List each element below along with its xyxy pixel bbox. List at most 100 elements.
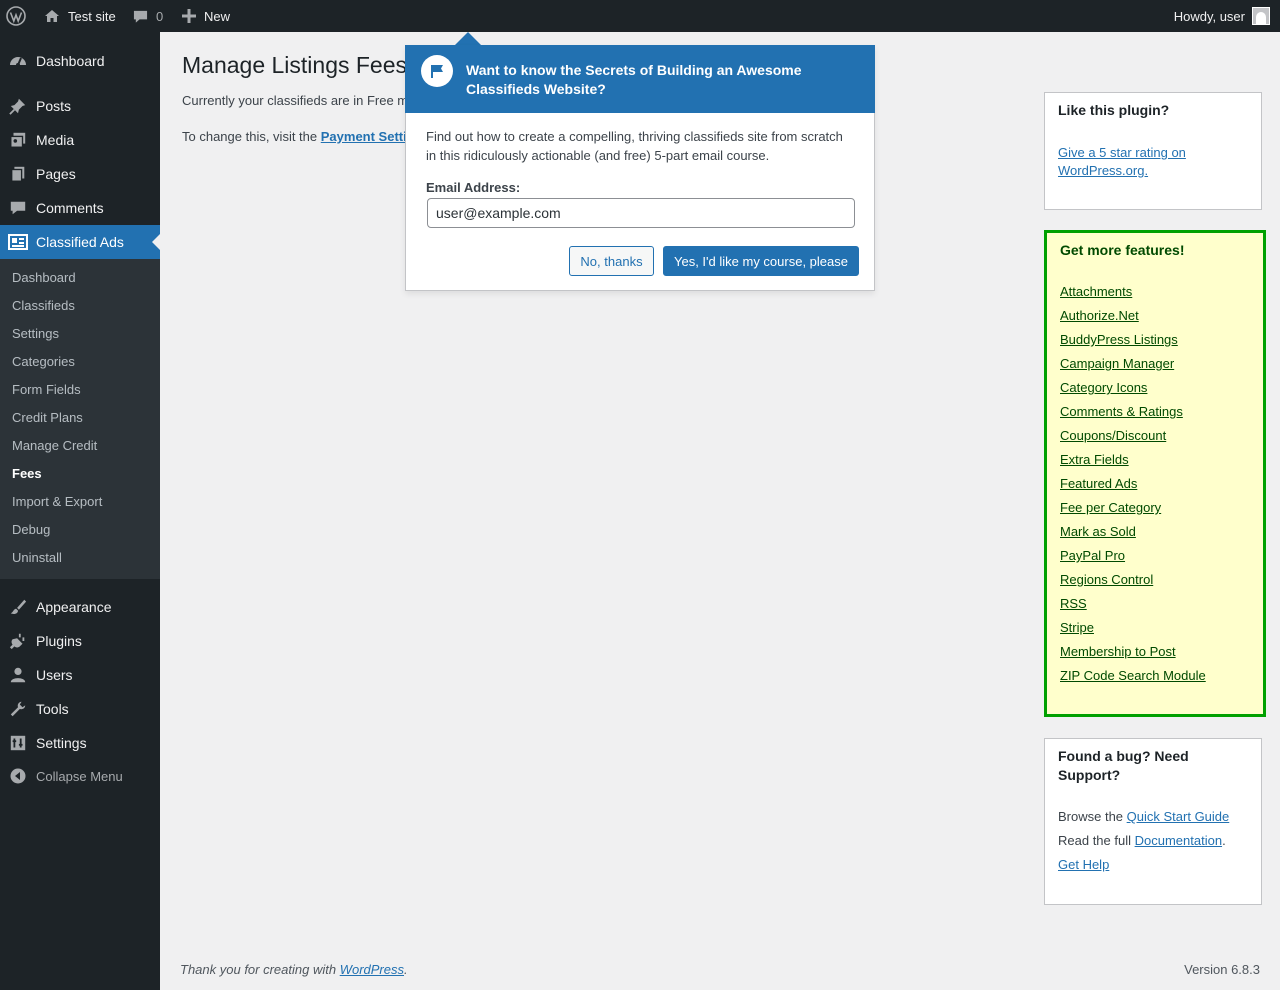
change-mode-text: To change this, visit the Payment Setti [182, 129, 407, 144]
footer-thanks-suffix: . [404, 962, 408, 977]
comment-icon [0, 191, 36, 225]
get-help-link[interactable]: Get Help [1058, 857, 1109, 872]
no-thanks-button[interactable]: No, thanks [569, 246, 654, 276]
email-label: Email Address: [426, 180, 521, 195]
footer-version: Version 6.8.3 [1184, 962, 1260, 977]
sidebar-item-tools[interactable]: Tools [0, 692, 160, 726]
collapse-arrow-icon [0, 759, 36, 793]
feature-link-coupons[interactable]: Coupons/Discount [1060, 428, 1166, 443]
rate-plugin-link[interactable]: Give a 5 star rating on WordPress.org. [1058, 144, 1248, 180]
support-box: Found a bug? Need Support? Browse the Qu… [1044, 738, 1262, 905]
home-icon [44, 8, 60, 24]
submenu-item-categories[interactable]: Categories [12, 352, 75, 372]
sidebar-item-appearance[interactable]: Appearance [0, 590, 160, 624]
sidebar-item-label: Pages [36, 166, 76, 182]
feature-link-category-icons[interactable]: Category Icons [1060, 380, 1147, 395]
feature-link-mark-as-sold[interactable]: Mark as Sold [1060, 524, 1136, 539]
feature-link-zip-code-search[interactable]: ZIP Code Search Module [1060, 668, 1206, 683]
wrench-icon [0, 692, 36, 726]
submenu-item-fees[interactable]: Fees [12, 464, 42, 484]
submenu-item-import-export[interactable]: Import & Export [12, 492, 102, 512]
email-field[interactable] [427, 198, 855, 228]
classified-ads-submenu: Dashboard Classifieds Settings Categorie… [0, 259, 160, 579]
sidebar-item-users[interactable]: Users [0, 658, 160, 692]
payment-settings-link[interactable]: Payment Setti [321, 129, 407, 144]
submenu-item-manage-credit[interactable]: Manage Credit [12, 436, 97, 456]
read-suffix: . [1222, 833, 1226, 848]
documentation-line: Read the full Documentation. [1058, 833, 1226, 848]
submenu-item-dashboard[interactable]: Dashboard [12, 268, 76, 288]
feature-link-regions-control[interactable]: Regions Control [1060, 572, 1153, 587]
documentation-link[interactable]: Documentation [1135, 833, 1222, 848]
my-account-link[interactable]: Howdy, user [1174, 0, 1270, 32]
popup-title: Want to know the Secrets of Building an … [466, 62, 802, 97]
feature-link-buddypress[interactable]: BuddyPress Listings [1060, 332, 1178, 347]
sidebar-item-label: Tools [36, 701, 69, 717]
page-title: Manage Listings Fees [182, 52, 408, 78]
submenu-item-debug[interactable]: Debug [12, 520, 50, 540]
sidebar-item-plugins[interactable]: Plugins [0, 624, 160, 658]
feature-link-featured-ads[interactable]: Featured Ads [1060, 476, 1137, 491]
flag-icon [421, 55, 453, 87]
feature-link-fee-per-category[interactable]: Fee per Category [1060, 500, 1161, 515]
sidebar-item-media[interactable]: Media [0, 123, 160, 157]
submenu-item-credit-plans[interactable]: Credit Plans [12, 408, 83, 428]
wordpress-logo-icon[interactable] [6, 0, 26, 32]
feature-link-campaign-manager[interactable]: Campaign Manager [1060, 356, 1174, 371]
feature-link-rss[interactable]: RSS [1060, 596, 1087, 611]
admin-sidebar: Dashboard Posts Media Pages Comments Cla… [0, 32, 160, 990]
sidebar-item-settings[interactable]: Settings [0, 726, 160, 760]
sidebar-item-label: Settings [36, 735, 87, 751]
subscribe-course-button[interactable]: Yes, I'd like my course, please [663, 246, 859, 276]
feature-link-extra-fields[interactable]: Extra Fields [1060, 452, 1129, 467]
feature-link-membership[interactable]: Membership to Post [1060, 644, 1176, 659]
footer-thanks-prefix: Thank you for creating with [180, 962, 340, 977]
feature-link-comments-ratings[interactable]: Comments & Ratings [1060, 404, 1183, 419]
sidebar-item-label: Appearance [36, 599, 112, 615]
sidebar-item-label: Posts [36, 98, 72, 114]
new-label: New [204, 8, 231, 24]
comment-bubble-icon [133, 9, 148, 24]
sidebar-item-dashboard[interactable]: Dashboard [0, 44, 160, 78]
feature-link-paypal-pro[interactable]: PayPal Pro [1060, 548, 1125, 563]
sidebar-item-pages[interactable]: Pages [0, 157, 160, 191]
howdy-text: Howdy, user [1173, 8, 1245, 24]
wordpress-link[interactable]: WordPress [340, 962, 404, 977]
new-content-link[interactable]: New [182, 0, 230, 32]
change-mode-prefix: To change this, visit the [182, 129, 321, 144]
quick-start-link[interactable]: Quick Start Guide [1127, 809, 1230, 824]
email-course-popup: Want to know the Secrets of Building an … [405, 45, 875, 291]
comments-link[interactable]: 0 [133, 0, 163, 32]
popup-description: Find out how to create a compelling, thr… [426, 129, 843, 163]
settings-icon [0, 726, 36, 760]
feature-link-authorize-net[interactable]: Authorize.Net [1060, 308, 1139, 323]
site-name-link[interactable]: Test site [44, 0, 116, 32]
submenu-item-uninstall[interactable]: Uninstall [12, 548, 62, 568]
collapse-menu-button[interactable]: Collapse Menu [0, 759, 160, 793]
submenu-item-settings[interactable]: Settings [12, 324, 59, 344]
read-prefix: Read the full [1058, 833, 1135, 848]
submenu-item-form-fields[interactable]: Form Fields [12, 380, 81, 400]
feature-link-attachments[interactable]: Attachments [1060, 284, 1132, 299]
sidebar-item-label: Dashboard [36, 53, 105, 69]
admin-bar: Test site 0 New Howdy, user [0, 0, 1280, 32]
pointer-arrow [455, 32, 481, 45]
more-features-title: Get more features! [1060, 242, 1185, 258]
site-name: Test site [68, 8, 116, 24]
sidebar-item-label: Classified Ads [36, 234, 124, 250]
submenu-item-classifieds[interactable]: Classifieds [12, 296, 75, 316]
browse-line: Browse the Quick Start Guide [1058, 809, 1229, 824]
feature-link-stripe[interactable]: Stripe [1060, 620, 1094, 635]
payment-mode-text: Currently your classifieds are in Free m [182, 93, 409, 108]
sidebar-item-comments[interactable]: Comments [0, 191, 160, 225]
sidebar-item-classified-ads[interactable]: Classified Ads [0, 225, 160, 259]
dashboard-icon [0, 44, 36, 78]
sidebar-item-posts[interactable]: Posts [0, 89, 160, 123]
sidebar-item-label: Plugins [36, 633, 82, 649]
sidebar-item-label: Comments [36, 200, 104, 216]
collapse-menu-label: Collapse Menu [36, 768, 123, 784]
plug-icon [0, 624, 36, 658]
browse-prefix: Browse the [1058, 809, 1127, 824]
pin-icon [0, 89, 36, 123]
like-plugin-box: Like this plugin? Give a 5 star rating o… [1044, 92, 1262, 210]
